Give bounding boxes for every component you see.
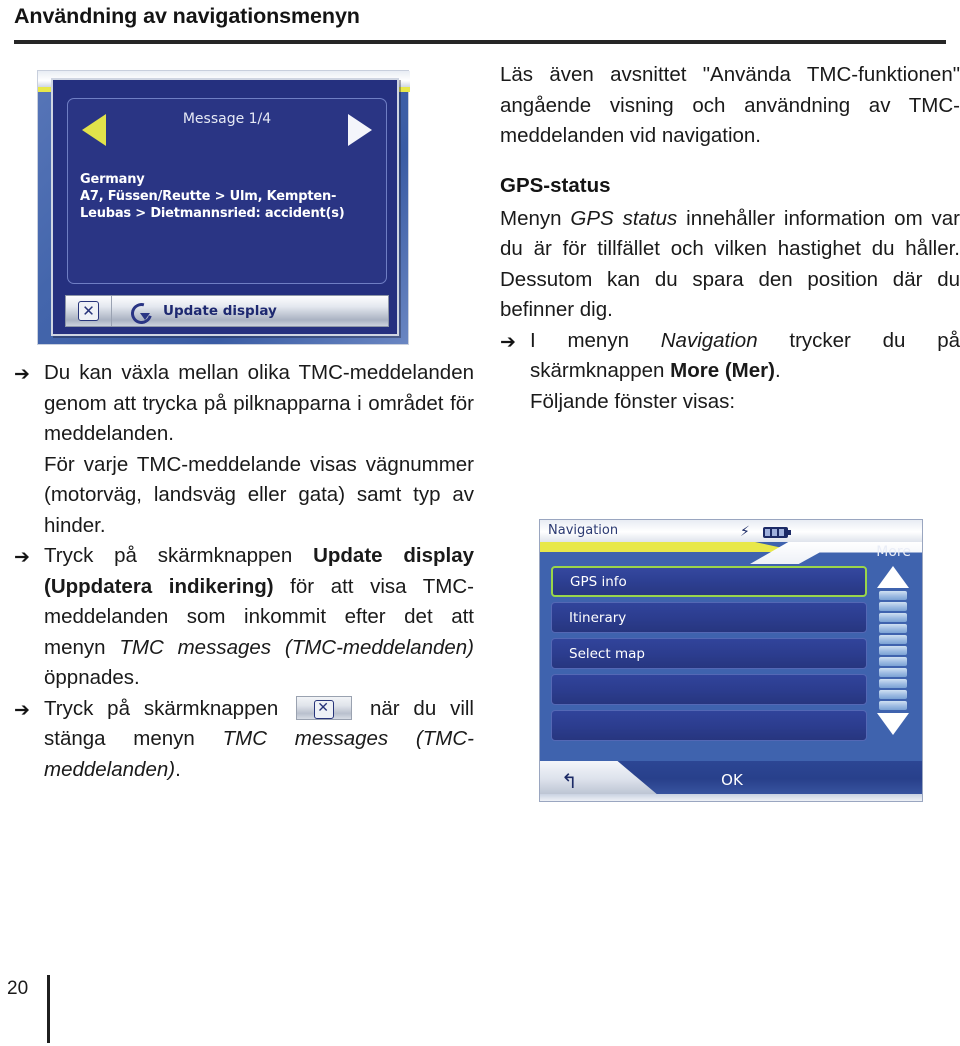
bullet-more-part3: . [774,359,781,382]
tmc-message-screenshot: Message 1/4 Germany A7, Füssen/Reutte > … [37,70,410,345]
para-road-number: För varje TMC-meddelande visas vägnummer… [44,452,474,537]
nav-menu-list: GPS info Itinerary Select map [551,566,867,746]
manual-page: Användning av navigationsmenyn 20 Messag… [0,0,960,1046]
right-column: Läs även avsnittet "Använda TMC-funktion… [500,60,960,417]
footer-sheen [540,794,922,801]
nav-item-label: Select map [569,645,645,662]
bullet-switch-messages-text: Du kan växla mellan olika TMC-meddelande… [44,361,474,445]
charging-bolt-icon: ⚡ [740,524,750,540]
update-display-button[interactable]: Update display [112,302,388,321]
scroll-down-arrow-icon[interactable] [877,713,909,735]
update-display-label: Update display [163,303,277,319]
para-gps-italic: GPS status [570,206,678,230]
nav-item-empty-2[interactable] [551,710,867,741]
close-icon: ✕ [78,301,99,321]
nav-title: Navigation [548,523,619,538]
inline-close-button-icon: ✕ [296,695,353,720]
arrow-bullet-icon: ➔ [14,363,30,385]
message-road-line-1: A7, Füssen/Reutte > Ulm, Kempten- [80,189,337,204]
refresh-icon [130,302,150,321]
page-title: Användning av navigationsmenyn [14,4,360,28]
bullet-close-part3: . [175,757,181,781]
para-see-also: Läs även avsnittet "Använda TMC-funktion… [500,63,960,147]
nav-swoosh-band [540,542,922,564]
para-gps-part1: Menyn [500,206,571,230]
bullet-update-display: ➔ Tryck på skärmknappen Update display (… [14,541,474,694]
bullet-more-part1: I menyn [530,328,661,352]
nav-item-select-map[interactable]: Select map [551,638,867,669]
scrollbar-track[interactable] [879,591,907,710]
message-counter-label: Message 1/4 [182,111,272,127]
bullet-update-italic: TMC messages (TMC-meddelanden) [119,635,474,659]
nav-item-label: Itinerary [569,609,627,626]
nav-item-gps-info[interactable]: GPS info [551,566,867,597]
bullet-more-italic: Navigation [660,328,758,352]
nav-item-itinerary[interactable]: Itinerary [551,602,867,633]
bullet-update-part1: Tryck på skärmknappen [44,544,314,567]
message-country: Germany [80,172,145,187]
tmc-message-dialog: Message 1/4 Germany A7, Füssen/Reutte > … [51,78,399,336]
bullet-close-menu: ➔ Tryck på skärmknappen ✕ när du vill st… [14,694,474,786]
battery-cells [765,529,784,536]
para-gps-status: Menyn GPS status innehåller information … [500,204,960,326]
scroll-up-arrow-icon[interactable] [877,566,909,588]
message-road-line-2: Leubas > Dietmannsried: accident(s) [80,206,345,221]
left-column: ➔ Du kan växla mellan olika TMC-meddelan… [14,358,474,785]
tmc-message-panel: Message 1/4 Germany A7, Füssen/Reutte > … [67,98,387,284]
title-divider [14,40,946,44]
nav-item-empty-1[interactable] [551,674,867,705]
battery-icon [763,527,791,538]
message-body: Germany A7, Füssen/Reutte > Ulm, Kempten… [80,171,378,222]
bullet-open-more: ➔ I menyn Navigation trycker du på skärm… [500,326,960,387]
inline-close-glyph: ✕ [317,699,329,716]
para-following-window: Följande fönster visas: [530,389,736,413]
close-button[interactable]: ✕ [66,296,112,326]
nav-item-label: GPS info [570,573,627,590]
bullet-close-part1: Tryck på skärmknappen [44,696,293,720]
navigation-menu-screenshot: Navigation ⚡ More GPS info Itinerary Sel… [539,519,923,802]
arrow-bullet-icon: ➔ [500,330,516,353]
arrow-bullet-icon: ➔ [14,546,30,568]
bullet-update-part3: öppnades. [44,666,140,689]
page-number: 20 [7,978,29,999]
nav-bottom-bar: ↰ OK [540,761,922,801]
margin-rule [47,975,50,1043]
bullet-more-bold: More (Mer) [670,359,775,382]
bullet-switch-messages: ➔ Du kan växla mellan olika TMC-meddelan… [14,358,474,450]
gps-status-heading: GPS-status [500,173,611,197]
arrow-bullet-icon: ➔ [14,698,30,721]
more-button-label[interactable]: More [876,544,911,560]
nav-scrollbar[interactable] [876,566,910,764]
ok-button-label[interactable]: OK [540,771,922,789]
dialog-action-bar: ✕ Update display [65,295,389,327]
